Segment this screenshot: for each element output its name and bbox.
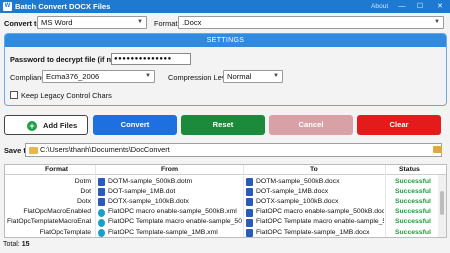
add-files-button[interactable]: + Add Files bbox=[4, 115, 88, 135]
plus-icon: + bbox=[27, 121, 37, 131]
cell-status: Successful bbox=[395, 197, 431, 205]
edge-file-icon bbox=[98, 208, 105, 217]
about-link[interactable]: About bbox=[371, 3, 388, 10]
title-bar: W Batch Convert DOCX Files About — ☐ ✕ bbox=[0, 0, 450, 13]
word-file-icon bbox=[246, 188, 253, 197]
total-count: Total: 15 bbox=[3, 241, 29, 248]
cell-status: Successful bbox=[395, 187, 431, 195]
chevron-down-icon: ▼ bbox=[434, 19, 440, 25]
word-file-icon bbox=[246, 229, 253, 237]
cell-status: Successful bbox=[395, 208, 431, 216]
compression-value: Normal bbox=[227, 72, 252, 81]
save-to-path: C:\Users\thanh\Documents\DocConvert bbox=[40, 145, 170, 154]
chevron-down-icon: ▼ bbox=[273, 73, 279, 79]
table-header: Format From To Status bbox=[5, 165, 446, 175]
convert-to-value: MS Word bbox=[41, 18, 73, 27]
settings-panel: SETTINGS Password to decrypt file (if ne… bbox=[4, 33, 447, 106]
save-to-field[interactable]: C:\Users\thanh\Documents\DocConvert bbox=[25, 143, 442, 157]
header-format[interactable]: Format bbox=[45, 166, 68, 173]
cell-to: DOT-sample_1MB.docx bbox=[256, 187, 329, 195]
compression-select[interactable]: Normal ▼ bbox=[223, 70, 283, 83]
edge-file-icon bbox=[98, 218, 105, 227]
table-row[interactable]: FlatOpcTemplate FlatOPC Template-sample_1… bbox=[5, 227, 437, 238]
cell-from: FlatOPC macro enable-sample_500kB.xml bbox=[108, 208, 237, 216]
cell-format: Dot bbox=[80, 187, 91, 195]
cell-format: FlatOpcMacroEnabled bbox=[23, 208, 91, 216]
table-scrollbar[interactable] bbox=[438, 175, 446, 237]
scrollbar-thumb[interactable] bbox=[440, 191, 444, 215]
cell-from: DOTX-sample_100kB.dotx bbox=[108, 197, 189, 205]
format-select[interactable]: .Docx ▼ bbox=[178, 16, 444, 29]
close-icon[interactable]: ✕ bbox=[432, 1, 448, 12]
cell-from: FlatOPC Template macro enable-sample_500… bbox=[108, 218, 242, 226]
browse-folder-icon[interactable] bbox=[433, 146, 442, 153]
cell-to: DOTX-sample_100kB.docx bbox=[256, 197, 339, 205]
cell-to: FlatOPC macro enable-sample_500kB.docx bbox=[256, 208, 384, 216]
chevron-down-icon: ▼ bbox=[137, 19, 143, 25]
header-from[interactable]: From bbox=[161, 166, 178, 173]
word-file-icon bbox=[246, 218, 253, 227]
maximize-icon[interactable]: ☐ bbox=[412, 1, 428, 12]
compliance-value: Ecma376_2006 bbox=[46, 72, 100, 81]
word-file-icon bbox=[98, 188, 105, 197]
settings-header: SETTINGS bbox=[5, 34, 446, 47]
add-files-label: Add Files bbox=[43, 121, 78, 130]
cell-status: Successful bbox=[395, 177, 431, 185]
word-file-icon bbox=[246, 198, 253, 207]
cell-format: FlatOpcTemplate bbox=[39, 228, 91, 236]
legacy-label: Keep Legacy Control Chars bbox=[21, 91, 112, 100]
header-to[interactable]: To bbox=[310, 166, 318, 173]
save-to-row: Save to: C:\Users\thanh\Documents\DocCon… bbox=[0, 143, 450, 157]
cell-format: Dotx bbox=[77, 197, 91, 205]
password-field[interactable]: ●●●●●●●●●●●●●● bbox=[111, 53, 191, 65]
cell-format: Dotm bbox=[74, 177, 91, 185]
total-label: Total: bbox=[3, 241, 20, 248]
edge-file-icon bbox=[98, 229, 105, 237]
word-file-icon bbox=[246, 178, 253, 186]
cell-format: FlatOpcTemplateMacroEnabled bbox=[7, 218, 91, 226]
cell-status: Successful bbox=[395, 228, 431, 236]
word-file-icon bbox=[98, 178, 105, 186]
compliance-select[interactable]: Ecma376_2006 ▼ bbox=[42, 70, 155, 83]
format-value: .Docx bbox=[182, 18, 202, 27]
word-file-icon bbox=[98, 198, 105, 207]
files-table: Format From To Status Dotm DOTM-sample_50… bbox=[4, 164, 447, 238]
total-value: 15 bbox=[21, 241, 30, 248]
cell-from: DOTM-sample_500kB.dotm bbox=[108, 177, 193, 185]
minimize-icon[interactable]: — bbox=[394, 1, 410, 12]
word-file-icon bbox=[246, 208, 253, 217]
cell-status: Successful bbox=[395, 218, 431, 226]
app-icon: W bbox=[3, 2, 12, 11]
cell-to: FlatOPC Template macro enable-sample_500… bbox=[256, 218, 384, 226]
cancel-button[interactable]: Cancel bbox=[269, 115, 353, 135]
reset-button[interactable]: Reset bbox=[181, 115, 265, 135]
cell-to: FlatOPC Template-sample_1MB.docx bbox=[256, 228, 370, 236]
clear-button[interactable]: Clear bbox=[357, 115, 441, 135]
cell-from: DOT-sample_1MB.dot bbox=[108, 187, 176, 195]
cell-to: DOTM-sample_500kB.docx bbox=[256, 177, 340, 185]
folder-icon bbox=[29, 147, 38, 154]
legacy-checkbox[interactable] bbox=[10, 91, 18, 99]
window-title: Batch Convert DOCX Files bbox=[15, 2, 111, 11]
header-status[interactable]: Status bbox=[399, 166, 420, 173]
chevron-down-icon: ▼ bbox=[145, 73, 151, 79]
convert-to-select[interactable]: MS Word ▼ bbox=[37, 16, 147, 29]
format-label: Format: bbox=[154, 19, 180, 28]
convert-button[interactable]: Convert bbox=[93, 115, 177, 135]
cell-from: FlatOPC Template-sample_1MB.xml bbox=[108, 228, 218, 236]
